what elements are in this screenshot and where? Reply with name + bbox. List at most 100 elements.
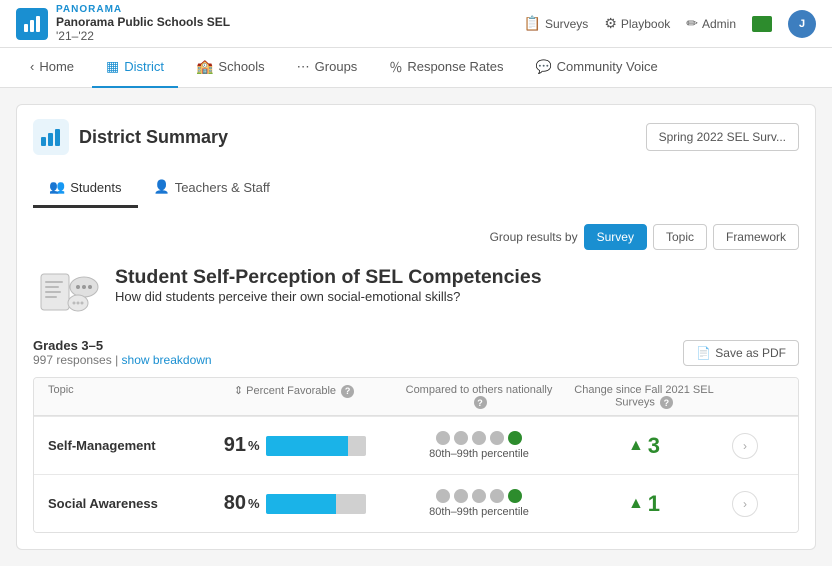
top-nav-right: 📋 Surveys ⚙ Playbook ✏ Admin J [524, 10, 816, 38]
group-by-topic-button[interactable]: Topic [653, 224, 707, 250]
dots-row-0 [402, 431, 556, 445]
change-number-1: 1 [648, 491, 660, 517]
survey-title: Student Self-Perception of SEL Competenc… [115, 266, 542, 289]
district-summary-title: District Summary [79, 127, 228, 148]
ds-title-area: District Summary [33, 119, 228, 155]
admin-nav-link[interactable]: ✏ Admin [686, 15, 736, 32]
pdf-icon: 📄 [696, 346, 711, 360]
nav-tab-groups-label: Groups [315, 59, 358, 74]
table-row: Self-Management 91 % [34, 416, 798, 474]
change-val-0: ▲ 3 [572, 433, 716, 459]
dot-0-0 [436, 431, 450, 445]
dot-1-1 [454, 489, 468, 503]
dot-1-4 [508, 489, 522, 503]
col-change-label: Change since Fall 2021 SEL Surveys [574, 384, 713, 408]
data-table: Topic ⇕ Percent Favorable ? Compared to … [33, 377, 799, 533]
surveys-nav-link[interactable]: 📋 Surveys [524, 15, 589, 32]
col-header-chevron [724, 378, 756, 415]
nav-tab-schools[interactable]: 🏫 Schools [182, 48, 279, 88]
bar-empty-1 [336, 494, 366, 514]
responses-line: 997 responses | show breakdown [33, 353, 212, 367]
grades-text: Grades 3–5 [33, 338, 212, 353]
playbook-nav-link[interactable]: ⚙ Playbook [604, 15, 670, 32]
save-pdf-label: Save as PDF [715, 346, 786, 360]
compare-help-icon[interactable]: ? [474, 396, 487, 409]
bar-empty-0 [348, 436, 366, 456]
nav-tab-schools-label: Schools [218, 59, 264, 74]
col-header-change: Change since Fall 2021 SEL Surveys ? [564, 378, 724, 415]
col-percent-label: ⇕ Percent Favorable [234, 385, 336, 397]
col-header-compare: Compared to others nationally ? [394, 378, 564, 415]
top-nav: PANORAMA Panorama Public Schools SEL '21… [0, 0, 832, 48]
change-cell-0: ▲ 3 [564, 419, 724, 473]
col-header-topic: Topic [34, 378, 194, 415]
percent-value-1: 80 [202, 492, 246, 515]
nav-tab-district[interactable]: ▦ District [92, 48, 178, 88]
dot-0-2 [472, 431, 486, 445]
group-results-label: Group results by [490, 230, 578, 244]
tab-teachers[interactable]: 👤 Teachers & Staff [138, 169, 286, 208]
percent-cell-0: 91 % [194, 420, 394, 471]
user-avatar[interactable]: J [788, 10, 816, 38]
nav-tab-district-label: District [124, 59, 164, 74]
nav-tab-home-chevron: ‹ [30, 59, 34, 74]
chevron-cell-0: › [724, 419, 756, 473]
main-content: District Summary Spring 2022 SEL Surv...… [0, 88, 832, 566]
row-chevron-0[interactable]: › [732, 433, 758, 459]
group-by-framework-button[interactable]: Framework [713, 224, 799, 250]
row-chevron-1[interactable]: › [732, 491, 758, 517]
survey-subtitle: How did students perceive their own soci… [115, 289, 542, 304]
playbook-label: Playbook [621, 17, 670, 31]
nav-tab-community-voice[interactable]: 💬 Community Voice [521, 48, 671, 88]
percent-sym-1: % [248, 496, 260, 511]
chevron-cell-1: › [724, 477, 756, 531]
dot-1-2 [472, 489, 486, 503]
playbook-icon: ⚙ [604, 15, 617, 32]
app-title-line1: Panorama Public Schools SEL [56, 15, 230, 29]
logo-text: PANORAMA [56, 4, 230, 15]
dot-1-3 [490, 489, 504, 503]
tab-students[interactable]: 👥 Students [33, 169, 138, 208]
percent-sym-0: % [248, 438, 260, 453]
admin-icon: ✏ [686, 15, 698, 32]
percentile-0: 80th–99th percentile [402, 448, 556, 460]
percent-help-icon[interactable]: ? [341, 385, 354, 398]
surveys-icon: 📋 [524, 15, 541, 32]
second-nav: ‹ Home ▦ District 🏫 Schools ⋯ Groups ％ R… [0, 48, 832, 88]
change-cell-1: ▲ 1 [564, 477, 724, 531]
percent-cell-1: 80 % [194, 478, 394, 529]
grades-row: Grades 3–5 997 responses | show breakdow… [33, 338, 799, 367]
students-icon: 👥 [49, 179, 65, 195]
nav-tab-response-rates-label: Response Rates [407, 59, 503, 74]
ds-icon [33, 119, 69, 155]
flag-icon[interactable] [752, 16, 772, 32]
nav-tab-response-rates[interactable]: ％ Response Rates [375, 48, 517, 88]
group-by-survey-button[interactable]: Survey [584, 224, 647, 250]
dot-0-3 [490, 431, 504, 445]
change-arrow-0: ▲ [628, 437, 644, 455]
save-pdf-button[interactable]: 📄 Save as PDF [683, 340, 799, 366]
survey-text: Student Self-Perception of SEL Competenc… [115, 266, 542, 304]
percent-value-0: 91 [202, 434, 246, 457]
admin-label: Admin [702, 17, 736, 31]
district-icon: ▦ [106, 58, 119, 75]
dot-0-4 [508, 431, 522, 445]
dots-row-1 [402, 489, 556, 503]
survey-icon [33, 266, 103, 326]
survey-block: Student Self-Perception of SEL Competenc… [33, 266, 799, 326]
tab-students-label: Students [70, 180, 121, 195]
compare-cell-1: 80th–99th percentile [394, 475, 564, 532]
logo-area: PANORAMA Panorama Public Schools SEL '21… [16, 4, 230, 43]
nav-tab-home[interactable]: ‹ Home [16, 48, 88, 88]
change-help-icon[interactable]: ? [660, 396, 673, 409]
change-val-1: ▲ 1 [572, 491, 716, 517]
change-number-0: 3 [648, 433, 660, 459]
show-breakdown-link[interactable]: show breakdown [122, 353, 212, 367]
compare-cell-0: 80th–99th percentile [394, 417, 564, 474]
topic-cell-0: Self-Management [34, 424, 194, 467]
nav-tab-groups[interactable]: ⋯ Groups [283, 48, 372, 88]
survey-selector-button[interactable]: Spring 2022 SEL Surv... [646, 123, 799, 151]
app-title-line2: '21–'22 [56, 29, 230, 43]
topic-cell-1: Social Awareness [34, 482, 194, 525]
dot-1-0 [436, 489, 450, 503]
